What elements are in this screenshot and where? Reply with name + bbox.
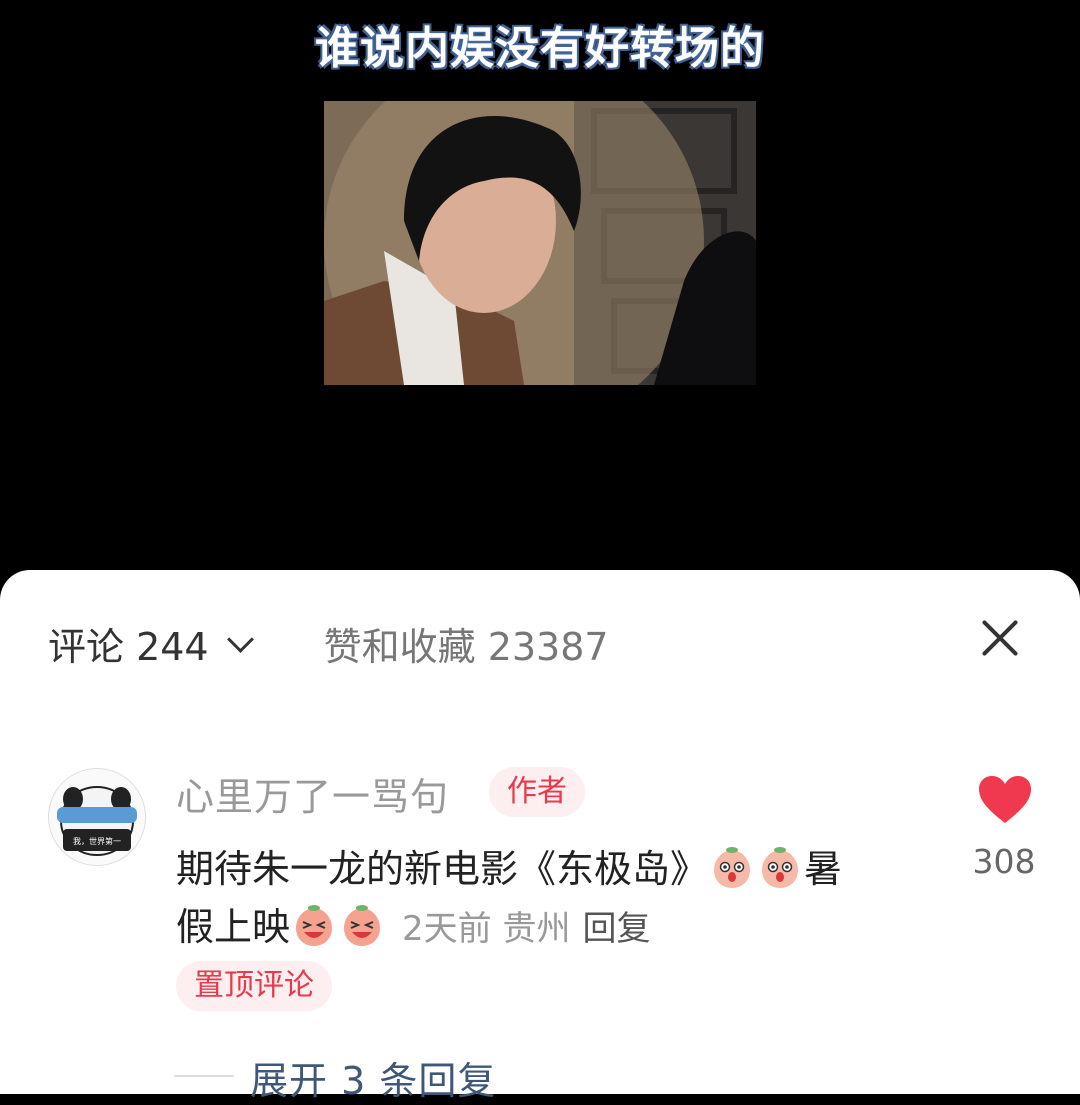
avatar-text: 我，世界第一 — [73, 836, 121, 846]
close-icon[interactable] — [980, 618, 1020, 658]
tab-comments[interactable]: 评论 244 — [48, 616, 254, 671]
laugh-emoji-icon — [296, 905, 333, 946]
peach-emoji-icon — [714, 847, 751, 888]
comment-location: 贵州 — [502, 909, 571, 949]
expand-replies-button[interactable]: 展开 3 条回复 — [250, 1050, 496, 1105]
comment-meta: 2天前 贵州 回复 — [402, 909, 650, 949]
video-caption: 谁说内娱没有好转场的 — [315, 23, 765, 74]
comment-username[interactable]: 心里万了一骂句 — [176, 766, 449, 821]
expand-divider — [174, 1075, 234, 1077]
tab-comments-label: 评论 244 — [48, 624, 209, 669]
like-button[interactable] — [975, 775, 1035, 829]
video-area[interactable]: 谁说内娱没有好转场的 — [0, 0, 1080, 580]
video-frame — [324, 101, 756, 385]
comment-tabs: 评论 244 赞和收藏 23387 — [48, 616, 609, 671]
like-count: 308 — [972, 842, 1036, 881]
pinned-badge: 置顶评论 — [176, 961, 332, 1011]
comment-text-part1: 期待朱一龙的新电影《东极岛》 — [176, 847, 709, 891]
tab-likes[interactable]: 赞和收藏 23387 — [324, 616, 609, 671]
author-badge: 作者 — [489, 767, 585, 817]
comment-text[interactable]: 期待朱一龙的新电影《东极岛》 暑假上映 2天前 贵州 回复 — [176, 840, 936, 958]
avatar[interactable]: 我，世界第一 — [48, 768, 146, 866]
heart-icon — [979, 776, 1031, 823]
peach-emoji-icon — [762, 847, 799, 888]
reply-button[interactable]: 回复 — [582, 909, 650, 949]
chevron-down-icon — [226, 625, 254, 653]
laugh-emoji-icon — [344, 905, 381, 946]
comment-text-part2-a: 暑 — [804, 847, 843, 891]
comment-sheet: 评论 244 赞和收藏 23387 我，世界第一 心里万了一骂句 作者 期待朱一… — [0, 570, 1080, 1103]
comment-time: 2天前 — [402, 909, 492, 949]
comment-text-part2: 假上映 — [176, 905, 291, 949]
